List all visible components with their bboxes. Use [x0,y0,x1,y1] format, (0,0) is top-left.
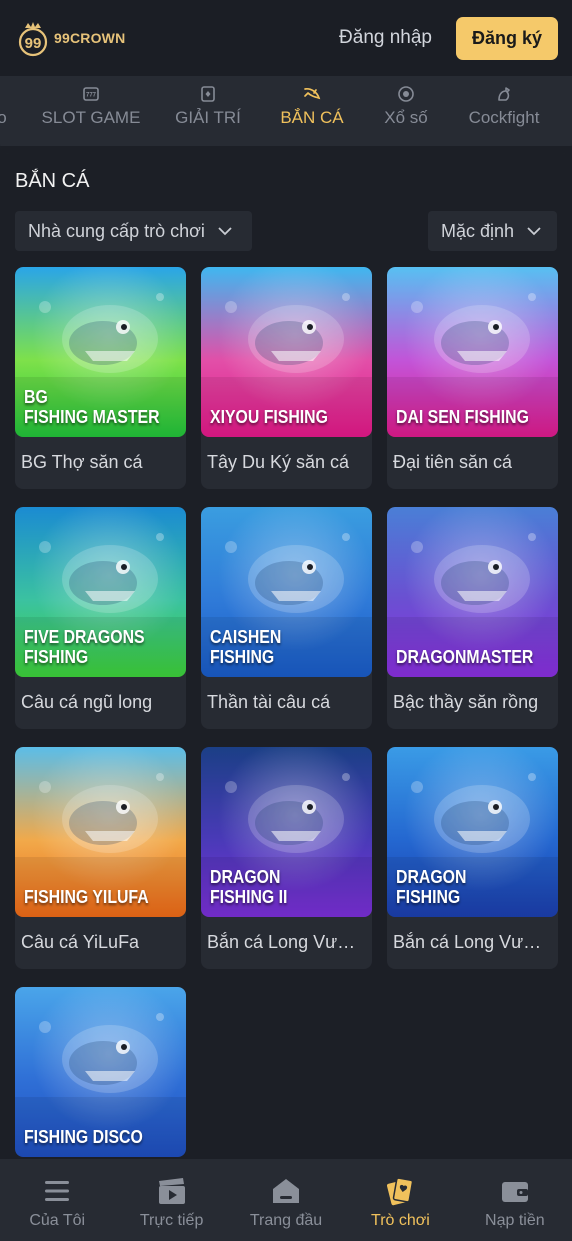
tab-label: SLOT GAME [41,108,141,127]
login-button[interactable]: Đăng nhập [339,27,432,49]
game-thumb-label: CAISHEN FISHING [210,627,282,667]
partial-icon [0,84,12,104]
game-thumbnail: DAI SEN FISHING [387,267,558,437]
game-thumbnail: DRAGONMASTER [387,507,558,677]
nav-games[interactable]: Trò chơi [343,1159,457,1241]
tab-label: Cockfight [468,108,540,127]
logo-number: 99 [25,35,42,52]
game-thumbnail: DRAGON FISHING II [201,747,372,917]
game-card[interactable]: DRAGON FISHING II Bắn cá Long Vương 2 [201,747,372,969]
tab-slot-game[interactable]: 777 SLOT GAME [24,76,158,128]
nav-divider [0,146,572,154]
provider-filter-dropdown[interactable]: Nhà cung cấp trò chơi [15,211,252,251]
tab-label: BẮN CÁ [280,108,344,127]
tab-label: GIẢI TRÍ [175,108,241,127]
game-card[interactable]: BG FISHING MASTER BG Thợ săn cá [15,267,186,489]
register-button[interactable]: Đăng ký [456,16,558,60]
game-thumb-label: FISHING DISCO [24,1127,143,1147]
lottery-ball-icon [398,86,414,102]
tab-label: Xổ số [384,108,428,127]
game-thumbnail: BG FISHING MASTER [15,267,186,437]
game-thumb-label: DRAGON FISHING [396,867,467,907]
game-thumbnail: DRAGON FISHING [387,747,558,917]
crown-badge-icon: 99 [14,19,52,57]
chevron-down-icon [527,227,541,236]
game-thumb-label: DAI SEN FISHING [396,407,529,427]
game-name: Bắn cá Long Vương [393,932,552,952]
logo-text: 99CROWN [54,30,126,46]
game-thumbnail: XIYOU FISHING [201,267,372,437]
nav-label: Nạp tiền [485,1212,545,1229]
game-name: BG Thợ săn cá [21,452,143,472]
sort-filter-dropdown[interactable]: Mặc định [428,211,557,251]
category-nav: o 777 SLOT GAME GIẢI TRÍ BẮN CÁ Xổ số Co… [0,76,572,154]
game-thumb-label: FISHING YILUFA [24,887,149,907]
game-thumbnail: FISHING YILUFA [15,747,186,917]
page: 99 99CROWN Đăng nhập Đăng ký o 777 SLOT … [0,0,572,1241]
nav-label: Trang đầu [249,1212,323,1229]
menu-icon [45,1181,70,1201]
nav-label: Của Tôi [29,1212,86,1229]
section-title: BẮN CÁ [15,170,90,192]
nav-label: Trò chơi [371,1212,430,1229]
chevron-down-icon [218,227,232,236]
cards-icon [387,1177,414,1206]
tab-cockfight[interactable]: Cockfight [446,76,562,128]
brand-logo[interactable]: 99 99CROWN [14,19,125,57]
fish-icon [304,88,321,100]
tab-ban-ca[interactable]: BẮN CÁ [258,76,366,128]
nav-my-account[interactable]: Của Tôi [0,1159,114,1241]
nav-home[interactable]: Trang đầu [229,1159,343,1241]
top-header: 99 99CROWN Đăng nhập Đăng ký [0,0,572,76]
provider-filter-label: Nhà cung cấp trò chơi [28,220,205,241]
game-thumb-label: DRAGONMASTER [396,647,534,667]
clapperboard-icon [158,1178,185,1204]
game-name: Bắn cá Long Vương 2 [207,932,366,952]
game-thumbnail: FISHING DISCO [15,987,186,1157]
game-card[interactable]: DRAGONMASTER Bậc thầy săn rồng [387,507,558,729]
sort-filter-label: Mặc định [441,220,515,241]
game-card[interactable]: XIYOU FISHING Tây Du Ký săn cá [201,267,372,489]
game-thumbnail: FIVE DRAGONS FISHING [15,507,186,677]
game-thumbnail: CAISHEN FISHING [201,507,372,677]
tab-xo-so[interactable]: Xổ số [366,76,446,128]
game-name: Câu cá ngũ long [21,692,153,712]
game-card[interactable]: FIVE DRAGONS FISHING Câu cá ngũ long [15,507,186,729]
wallet-icon [501,1182,528,1202]
bottom-nav: Của Tôi Trực tiếp Trang đầu Trò chơi Nạp… [0,1159,572,1241]
tab-partial[interactable]: o [0,76,24,128]
game-name: Bậc thầy săn rồng [393,692,539,712]
game-name: Câu cá YiLuFa [21,932,140,952]
game-thumb-label: BG FISHING MASTER [24,387,160,427]
svg-text:777: 777 [86,93,97,99]
game-name: Tây Du Ký săn cá [207,452,350,472]
home-icon [273,1179,300,1203]
game-card[interactable]: DAI SEN FISHING Đại tiên săn cá [387,267,558,489]
tab-label: o [0,108,7,127]
game-card[interactable]: FISHING DISCO [15,987,186,1157]
game-card[interactable]: DRAGON FISHING Bắn cá Long Vương [387,747,558,969]
game-card[interactable]: FISHING YILUFA Câu cá YiLuFa [15,747,186,969]
card-game-icon [201,86,215,102]
game-thumb-label: XIYOU FISHING [210,407,328,427]
slot-machine-icon: 777 [83,87,99,101]
rooster-icon [498,87,510,101]
game-name: Thần tài câu cá [207,692,331,712]
nav-live[interactable]: Trực tiếp [114,1159,228,1241]
nav-deposit[interactable]: Nạp tiền [458,1159,572,1241]
game-name: Đại tiên săn cá [393,452,513,472]
game-card[interactable]: CAISHEN FISHING Thần tài câu cá [201,507,372,729]
game-thumb-label: DRAGON FISHING II [210,867,288,907]
nav-label: Trực tiếp [139,1212,204,1229]
tab-giai-tri[interactable]: GIẢI TRÍ [158,76,258,128]
game-thumb-label: FIVE DRAGONS FISHING [24,627,145,667]
